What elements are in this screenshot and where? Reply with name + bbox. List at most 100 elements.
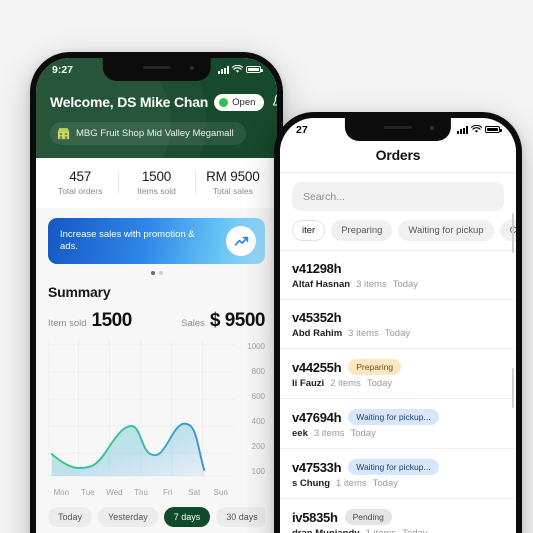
x-tick: Mon (53, 488, 70, 497)
orders-title-bar: Orders (280, 141, 516, 172)
order-header: iv5835h Pending (292, 509, 504, 525)
x-tick: Fri (162, 488, 173, 497)
table-row[interactable]: iv5835h Pending dran Muniandy 1 items To… (280, 498, 516, 533)
range-chip-7days[interactable]: 7 days (163, 507, 211, 527)
wifi-icon (471, 125, 482, 133)
carousel-dot-2[interactable] (158, 271, 163, 275)
summary-metrics: Item sold 1500 Sales $ 9500 (48, 310, 266, 332)
summary-heading: Summary (48, 284, 111, 300)
promo-banner-badge (226, 226, 256, 256)
carousel-dots[interactable] (48, 271, 265, 275)
status-bar-time: 27 (296, 123, 308, 136)
order-meta: li Fauzi 2 items Today (292, 378, 504, 389)
metric-value: $ 9500 (209, 310, 266, 331)
metric-label: Sales (181, 318, 205, 329)
order-status-tabs: iter Preparing Waiting for pickup Comple… (280, 216, 516, 250)
customer-name: Altaf Hasnan (292, 279, 351, 290)
battery-icon (485, 125, 502, 134)
shop-selector-chip[interactable]: MBG Fruit Shop Mid Valley Megamall (50, 122, 246, 145)
stat-value: 457 (69, 169, 92, 184)
status-badge: Waiting for pickup... (348, 409, 439, 425)
tab-filter[interactable]: iter (292, 220, 326, 241)
customer-name: eek (292, 428, 308, 439)
y-tick: 1000 (247, 342, 265, 351)
order-header: v41298h (292, 261, 504, 276)
date-range-filters: Today Yesterday 7 days 30 days 60 days (48, 507, 265, 527)
y-tick: 800 (251, 367, 265, 376)
table-row[interactable]: v45352h Abd Rahim 3 items Today (280, 299, 516, 348)
stat-label: Items sold (137, 186, 176, 196)
chart-svg (48, 340, 234, 477)
metric-label: Item sold (48, 318, 87, 329)
range-chip-30days[interactable]: 30 days (216, 507, 265, 527)
notification-bell-button[interactable]: 5 (270, 91, 277, 113)
carousel-dot-1[interactable] (150, 271, 155, 275)
y-tick: 100 (251, 467, 265, 476)
customer-name: dran Muniandy (292, 528, 360, 533)
status-badge: Waiting for pickup... (348, 459, 439, 475)
earpiece-speaker (384, 126, 412, 129)
open-status-toggle[interactable]: Open (214, 93, 265, 111)
item-count: 3 items (313, 428, 345, 439)
page-title: Orders (375, 147, 421, 163)
phone-notch (344, 118, 452, 141)
stat-total-sales: RM 9500 Total sales (194, 169, 271, 196)
scrollbar-thumb-lower[interactable] (511, 368, 514, 408)
front-camera (430, 126, 435, 130)
range-chip-today[interactable]: Today (48, 507, 93, 527)
x-tick: Sun (213, 488, 228, 497)
stat-label: Total sales (212, 186, 253, 196)
front-camera (189, 66, 194, 70)
item-count: 2 items (330, 378, 361, 389)
status-bar-time: 9:27 (52, 63, 74, 76)
order-time: Today (372, 478, 398, 489)
y-tick: 400 (251, 417, 265, 426)
table-row[interactable]: v47533h Waiting for pickup... s Chung 1 … (280, 448, 516, 498)
status-badge: Preparing (348, 359, 402, 375)
item-count: 3 items (348, 328, 379, 339)
metric-items-sold: Item sold 1500 (48, 310, 132, 332)
customer-name: s Chung (292, 478, 330, 489)
item-count: 1 items (336, 478, 367, 489)
order-time: Today (350, 428, 376, 439)
x-tick: Sat (188, 488, 201, 497)
order-time: Today (392, 279, 419, 290)
order-id: v44255h (292, 359, 342, 375)
stat-total-orders: 457 Total orders (42, 169, 118, 196)
search-section (280, 173, 516, 216)
x-tick: Wed (106, 488, 123, 497)
order-id: iv5835h (292, 509, 338, 525)
orders-list: v41298h Altaf Hasnan 3 items Today v4535… (280, 250, 516, 533)
scrollbar-thumb-upper[interactable] (511, 213, 514, 253)
promo-banner-text: Increase sales with promotion & ads. (60, 228, 195, 252)
phone-notch (102, 58, 211, 81)
cellular-signal-icon (457, 125, 468, 134)
promo-banner[interactable]: Increase sales with promotion & ads. (48, 218, 265, 264)
order-header: v45352h (292, 310, 504, 325)
table-row[interactable]: v47694h Waiting for pickup... eek 3 item… (280, 398, 516, 448)
tab-preparing[interactable]: Preparing (331, 220, 393, 241)
customer-name: Abd Rahim (292, 328, 343, 339)
tab-waiting-for-pickup[interactable]: Waiting for pickup (398, 220, 494, 241)
wifi-icon (232, 65, 243, 73)
x-tick: Tue (81, 488, 95, 497)
welcome-title: Welcome, DS Mike Chan (50, 94, 209, 110)
order-meta: s Chung 1 items Today (292, 478, 504, 489)
range-chip-yesterday[interactable]: Yesterday (98, 507, 158, 527)
earpiece-speaker (142, 66, 171, 69)
chart-plot-area (48, 340, 234, 485)
stat-label: Total orders (57, 186, 103, 196)
orders-phone: 27 Orders iter Preparing Waiting (274, 112, 522, 533)
order-meta: eek 3 items Today (292, 428, 504, 439)
open-status-label: Open (232, 96, 256, 108)
order-header: v44255h Preparing (292, 359, 504, 375)
search-box[interactable] (292, 182, 504, 211)
order-id: v45352h (292, 310, 342, 325)
search-input[interactable] (303, 190, 493, 203)
dashboard-body: Increase sales with promotion & ads. Sum… (36, 208, 277, 533)
chart-y-axis: 1000 800 600 400 200 100 (234, 340, 265, 485)
table-row[interactable]: v44255h Preparing li Fauzi 2 items Today (280, 348, 516, 398)
table-row[interactable]: v41298h Altaf Hasnan 3 items Today (280, 250, 516, 299)
dashboard-phone: 9:27 Welcome, DS Mike Chan Open MBG Frui… (30, 52, 283, 533)
trending-up-icon (234, 236, 248, 246)
